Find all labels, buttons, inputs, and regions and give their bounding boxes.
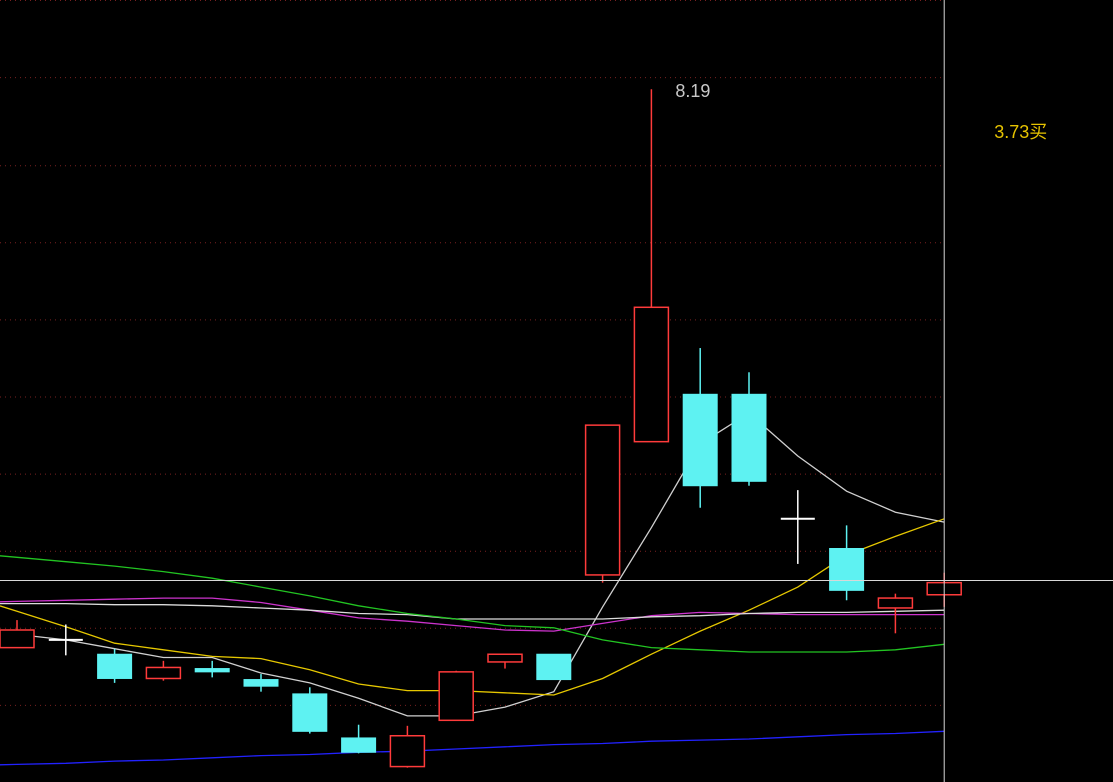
- crosshair-price-label: 3.73买: [994, 122, 1047, 142]
- candle-1: [48, 624, 83, 656]
- high-price-label: 8.19: [675, 81, 710, 101]
- candle-body: [877, 597, 914, 609]
- candle-7: [341, 724, 377, 754]
- candle-body: [243, 679, 279, 687]
- candle-body: [438, 671, 474, 722]
- ma-line-1: [0, 518, 945, 696]
- candle-body: [584, 424, 621, 576]
- candle-0: [0, 620, 35, 649]
- candle-body: [194, 668, 230, 673]
- candle-body: [731, 393, 767, 482]
- candlestick-chart[interactable]: 8.19 3.73买: [0, 0, 1113, 782]
- candle-6: [292, 687, 328, 734]
- candles: [0, 89, 962, 768]
- candle-body: [341, 737, 377, 753]
- ma-line-2: [0, 597, 945, 632]
- ma-line-4: [0, 555, 945, 653]
- candle-11: [536, 653, 572, 681]
- candle-13: [633, 89, 670, 443]
- ma-line-5: [0, 730, 945, 766]
- candle-body: [536, 653, 572, 681]
- candle-14: [682, 348, 718, 508]
- candle-12: [584, 424, 621, 583]
- candle-body: [682, 393, 718, 487]
- candle-16: [780, 490, 815, 564]
- candle-15: [731, 372, 767, 486]
- ma-line-0: [0, 412, 945, 717]
- candle-17: [829, 525, 865, 601]
- candle-5: [243, 674, 279, 692]
- candle-8: [389, 725, 426, 768]
- candle-2: [97, 648, 133, 683]
- candle-body: [0, 629, 35, 649]
- ma-line-3: [0, 602, 945, 620]
- candle-10: [487, 653, 523, 669]
- candle-4: [194, 660, 230, 678]
- candle-body: [97, 653, 133, 679]
- candle-body: [829, 548, 865, 591]
- candle-body: [389, 734, 426, 768]
- candle-body: [292, 693, 328, 732]
- candle-body: [487, 653, 523, 663]
- candle-9: [438, 670, 474, 722]
- grid-lines: [0, 0, 945, 706]
- candle-3: [145, 660, 182, 681]
- candle-18: [877, 593, 914, 634]
- candle-body: [145, 666, 182, 680]
- candle-body: [633, 306, 670, 443]
